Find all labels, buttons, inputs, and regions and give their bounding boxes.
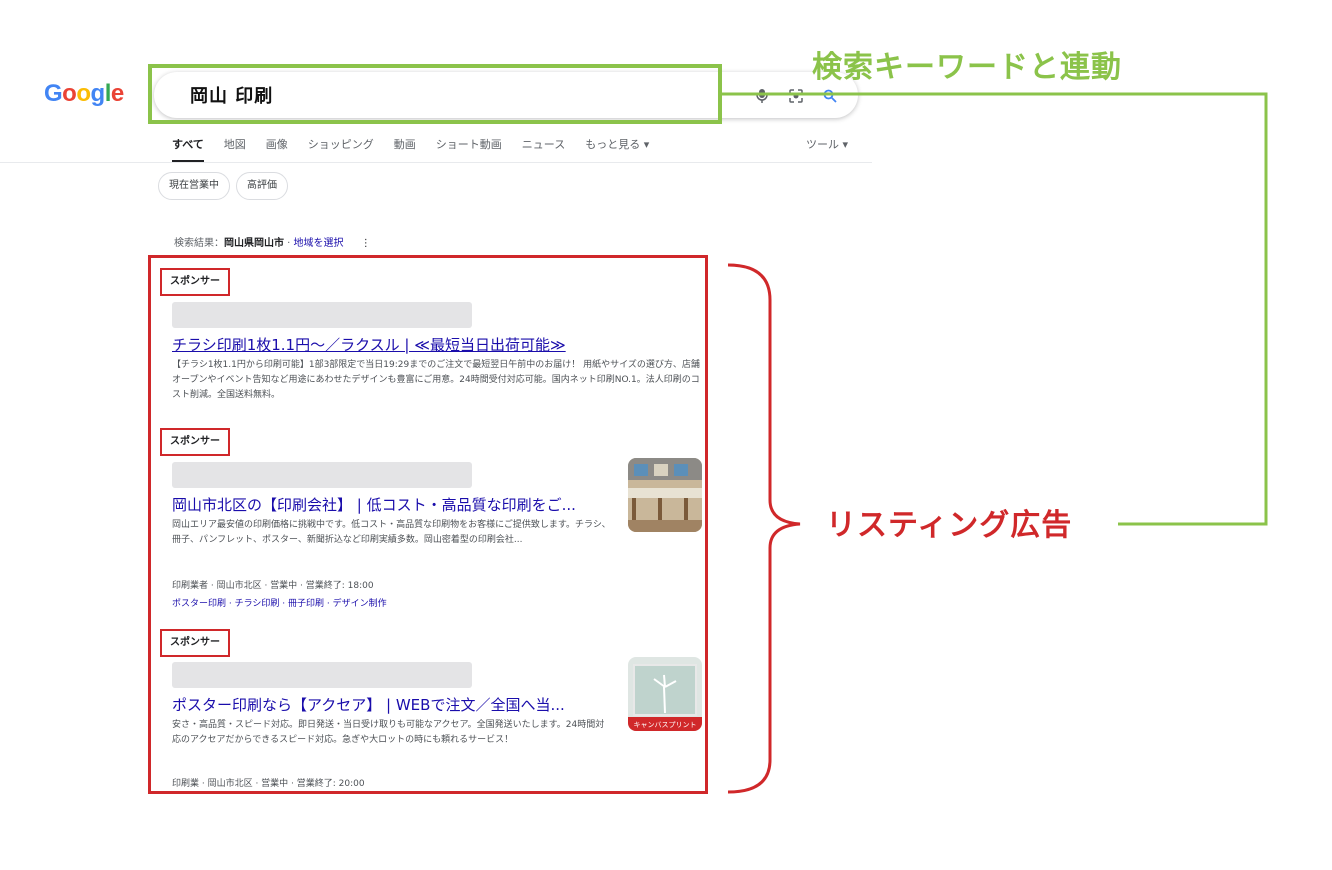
redacted-url-bar <box>172 462 472 488</box>
tab-short-videos[interactable]: ショート動画 <box>436 136 502 162</box>
tab-videos[interactable]: 動画 <box>394 136 416 162</box>
logo-letter-o2: o <box>76 80 91 107</box>
chip-top-rated[interactable]: 高評価 <box>236 172 288 200</box>
logo-letter-e: e <box>110 80 124 107</box>
thumbnail-caption: キャンバスプリント <box>633 721 697 729</box>
sponsor-label: スポンサー <box>160 268 230 296</box>
logo-letter-g2: g <box>90 80 106 107</box>
ad-description: 安さ・高品質・スピード対応。即日発送・当日受け取りも可能なアクセア。全国発送いた… <box>172 720 605 745</box>
location-prefix: 検索結果： <box>174 238 224 249</box>
google-logo[interactable]: Google <box>44 80 124 108</box>
search-actions <box>752 86 840 106</box>
tab-news[interactable]: ニュース <box>522 136 565 162</box>
ad-thumbnail-image[interactable] <box>628 458 702 532</box>
tools-button[interactable]: ツール ▾ <box>806 136 848 152</box>
location-line: 検索結果：岡山県岡山市 · 地域を選択 ⋮ <box>174 234 371 249</box>
sponsor-label: スポンサー <box>160 428 230 456</box>
ad-description: 岡山エリア最安値の印刷価格に挑戦中です。低コスト・高品質な印刷物をお客様にご提供… <box>172 520 611 545</box>
tab-all[interactable]: すべて <box>172 136 204 162</box>
microphone-icon[interactable] <box>752 86 772 106</box>
tab-shopping[interactable]: ショッピング <box>308 136 374 162</box>
camera-lens-icon[interactable] <box>786 86 806 106</box>
ad-title-link[interactable]: 岡山市北区の【印刷会社】 | 低コスト・高品質な印刷をご... <box>172 494 576 515</box>
keyword-highlight-box <box>148 64 722 124</box>
tabs-divider <box>0 162 872 163</box>
ad-title-link[interactable]: チラシ印刷1枚1.1円～／ラクスル | ≪最短当日出荷可能≫ <box>172 334 566 355</box>
listing-ads-annotation: リスティング広告 <box>826 508 1073 543</box>
sponsor-label: スポンサー <box>160 629 230 657</box>
more-options-icon[interactable]: ⋮ <box>361 238 371 249</box>
location-place: 岡山県岡山市 <box>224 238 284 249</box>
ad-description: 【チラシ1枚1.1円から印刷可能】1部3部限定で当日19:29までのご注文で最短… <box>172 360 700 400</box>
keyword-link-annotation: 検索キーワードと連動 <box>812 50 1122 85</box>
ad-thumbnail-image[interactable]: キャンバスプリント <box>628 657 702 731</box>
office-photo-illustration <box>628 458 702 532</box>
ad-sitelinks[interactable]: ポスター印刷 · チラシ印刷 · 冊子印刷 · デザイン制作 <box>172 596 387 609</box>
ad-title-link[interactable]: ポスター印刷なら【アクセア】 | WEBで注文／全国へ当... <box>172 694 565 715</box>
chip-open-now[interactable]: 現在営業中 <box>158 172 230 200</box>
select-area-link[interactable]: 地域を選択 <box>294 238 344 249</box>
tab-maps[interactable]: 地図 <box>224 136 246 162</box>
ad-business-info: 印刷業者 · 岡山市北区 · 営業中 · 営業終了: 18:00 <box>172 581 374 591</box>
ad-business-info: 印刷業 · 岡山市北区 · 営業中 · 営業終了: 20:00 <box>172 779 365 789</box>
search-icon[interactable] <box>820 86 840 106</box>
search-tabs: すべて 地図 画像 ショッピング 動画 ショート動画 ニュース もっと見る ▾ <box>172 136 649 162</box>
tab-more[interactable]: もっと見る ▾ <box>585 136 649 162</box>
logo-letter-o1: o <box>62 80 77 107</box>
redacted-url-bar <box>172 302 472 328</box>
location-separator: · <box>284 238 294 249</box>
redacted-url-bar <box>172 662 472 688</box>
filter-chips: 現在営業中 高評価 <box>158 172 288 200</box>
logo-letter-g: G <box>44 80 63 107</box>
tab-images[interactable]: 画像 <box>266 136 288 162</box>
